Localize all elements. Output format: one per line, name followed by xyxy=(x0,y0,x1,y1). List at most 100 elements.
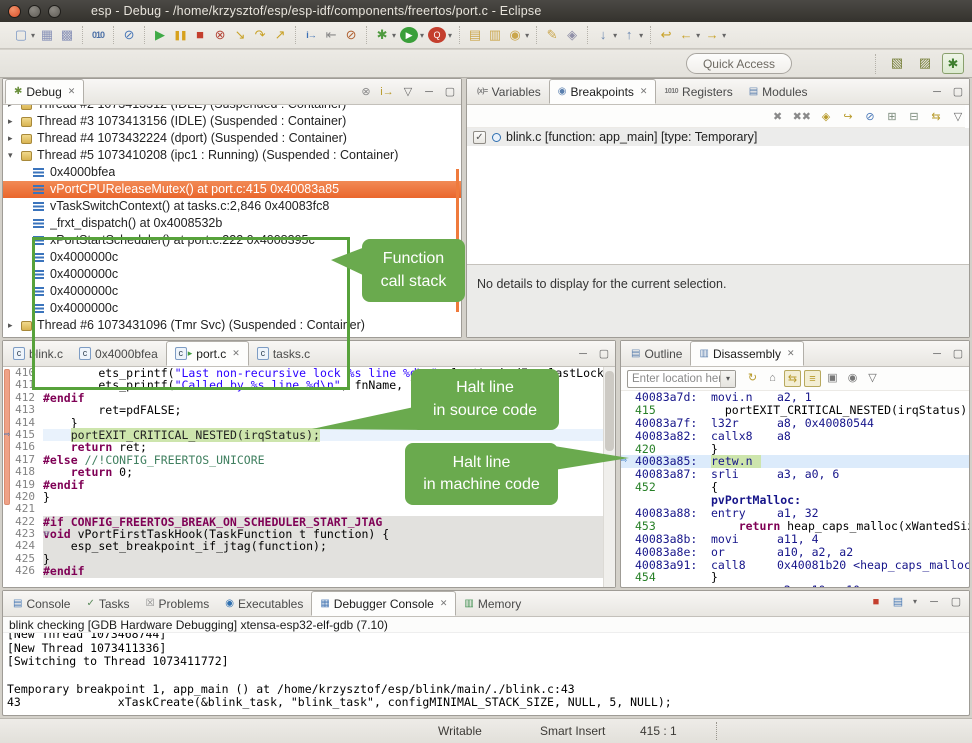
show-breakpoints-supported-icon[interactable]: ◈ xyxy=(819,110,833,123)
chevron-down-icon[interactable]: ▾ xyxy=(720,371,735,387)
close-tab-icon[interactable]: ✕ xyxy=(440,598,448,609)
debug-thread-row[interactable]: ▸Thread #6 1073431096 (Tmr Svc) (Suspend… xyxy=(3,317,461,334)
maximize-window-button[interactable] xyxy=(48,5,61,18)
location-combo[interactable]: Enter location here ▾ xyxy=(627,370,736,388)
tab-disassembly[interactable]: ▥Disassembly✕ xyxy=(690,341,803,366)
tab-modules[interactable]: ▤Modules xyxy=(741,79,816,104)
debug-icon[interactable]: ✱ xyxy=(373,26,391,44)
editor-tab-0x4000bfea[interactable]: c0x4000bfea xyxy=(71,341,166,366)
tab-outline[interactable]: ▤Outline xyxy=(623,341,690,366)
maximize-view-icon[interactable]: ▢ xyxy=(949,595,963,608)
drop-to-frame-icon[interactable]: ⇤ xyxy=(322,26,340,44)
refresh-icon[interactable]: ↻ xyxy=(744,370,761,387)
debug-icon-menu[interactable]: ▾ xyxy=(392,31,396,40)
skip-all-breakpoints-icon[interactable]: ⊘ xyxy=(120,26,138,44)
minimize-view-icon[interactable]: ─ xyxy=(927,596,941,608)
maximize-view-icon[interactable]: ▢ xyxy=(951,85,965,98)
instruction-stepping-toggle-icon[interactable]: i→ xyxy=(380,86,394,98)
disasm-line[interactable]: 40083a82:callx8a8 xyxy=(621,430,969,443)
save-icon[interactable]: ▦ xyxy=(38,26,56,44)
search-icon[interactable]: ◉ xyxy=(506,26,524,44)
external-tools-icon[interactable]: Q xyxy=(428,27,446,43)
disasm-line[interactable]: 453 return heap_caps_malloc(xWantedSize xyxy=(621,520,969,533)
code-line[interactable]: 425} xyxy=(3,553,603,565)
next-annotation-icon-menu[interactable]: ▾ xyxy=(613,31,617,40)
resume-icon[interactable]: ▶ xyxy=(151,26,169,44)
open-new-view-icon[interactable]: ▣ xyxy=(824,370,841,387)
new-wizard-icon-menu[interactable]: ▾ xyxy=(31,31,35,40)
location-input[interactable]: Enter location here xyxy=(628,373,720,385)
editor-tab-port-c[interactable]: c▸port.c✕ xyxy=(166,341,249,366)
minimize-view-icon[interactable]: ─ xyxy=(422,86,436,98)
view-menu-icon[interactable]: ▽ xyxy=(864,370,881,387)
open-perspective-icon[interactable]: ▧ xyxy=(886,53,908,74)
remove-breakpoint-icon[interactable]: ✖ xyxy=(771,110,785,123)
external-tools-icon-menu[interactable]: ▾ xyxy=(448,31,452,40)
forward-icon[interactable]: → xyxy=(703,26,721,44)
previous-annotation-icon[interactable]: ↑ xyxy=(620,26,638,44)
debug-thread-row[interactable]: ▾Thread #5 1073410208 (ipc1 : Running) (… xyxy=(3,147,461,164)
goto-breakpoint-file-icon[interactable]: ↪ xyxy=(841,110,855,123)
terminate-icon[interactable]: ■ xyxy=(191,26,209,44)
debug-stack-frame-row[interactable]: vPortCPUReleaseMutex() at port.c:415 0x4… xyxy=(3,181,461,198)
new-wizard-icon[interactable]: ▢ xyxy=(12,26,30,44)
scrollbar-thumb[interactable] xyxy=(605,371,614,451)
save-all-icon[interactable]: ▩ xyxy=(58,26,76,44)
minimize-window-button[interactable] xyxy=(28,5,41,18)
new-project-icon[interactable]: ▤ xyxy=(466,26,484,44)
tab-debugger-console[interactable]: ▦Debugger Console✕ xyxy=(311,591,456,616)
disconnect-icon[interactable]: ⊗ xyxy=(211,26,229,44)
disassembly-listing[interactable]: 40083a7d:movi.na2, 1415 portEXIT_CRITICA… xyxy=(621,391,969,587)
close-tab-icon[interactable]: ✕ xyxy=(232,348,240,359)
disasm-line[interactable]: 40083a7f:l32ra8, 0x40080544 xyxy=(621,417,969,430)
cpp-perspective-icon[interactable]: ▨ xyxy=(914,53,936,74)
use-step-filters-icon[interactable]: ⊘ xyxy=(342,26,360,44)
console-output[interactable]: [New Thread 1073468744][New Thread 10734… xyxy=(3,633,969,715)
disasm-line[interactable]: 415 portEXIT_CRITICAL_NESTED(irqStatus) xyxy=(621,404,969,417)
back-icon[interactable]: ← xyxy=(677,26,695,44)
sync-active-context-icon[interactable]: ⇆ xyxy=(784,370,801,387)
maximize-view-icon[interactable]: ▢ xyxy=(597,347,611,360)
tab-variables[interactable]: (x)=Variables xyxy=(469,79,549,104)
disasm-line[interactable]: 40083a87:srlia3, a0, 6 xyxy=(621,468,969,481)
pin-view-icon[interactable]: ◉ xyxy=(844,370,861,387)
connect-icon[interactable]: ⊗ xyxy=(359,85,373,98)
editor-tab-blink-c[interactable]: cblink.c xyxy=(5,341,71,366)
minimize-view-icon[interactable]: ─ xyxy=(930,348,944,360)
debug-thread-row[interactable]: ▸Thread #3 1073413156 (IDLE) (Suspended … xyxy=(3,113,461,130)
instruction-stepping-icon[interactable]: i→ xyxy=(302,26,320,44)
view-menu-icon[interactable]: ▽ xyxy=(401,85,415,98)
skip-breakpoints-icon[interactable]: ⊘ xyxy=(863,110,877,123)
debug-stack-frame-row[interactable]: vTaskSwitchContext() at tasks.c:2,846 0x… xyxy=(3,198,461,215)
terminate-console-icon[interactable]: ■ xyxy=(869,596,883,608)
search-icon-menu[interactable]: ▾ xyxy=(525,31,529,40)
maximize-view-icon[interactable]: ▢ xyxy=(951,347,965,360)
disasm-line[interactable]: 40083a91:call80x40081b20 <heap_caps_mall… xyxy=(621,559,969,572)
disasm-line[interactable]: 40083a8e:ora10, a2, a2 xyxy=(621,546,969,559)
breakpoint-row[interactable]: ✓ blink.c [function: app_main] [type: Te… xyxy=(467,128,969,146)
editor-scrollbar[interactable] xyxy=(603,367,615,587)
run-icon-menu[interactable]: ▾ xyxy=(420,31,424,40)
next-annotation-icon[interactable]: ↓ xyxy=(594,26,612,44)
expand-arrow-icon[interactable]: ▸ xyxy=(8,105,20,113)
display-selected-console-icon[interactable]: ▤ xyxy=(891,595,905,608)
last-edit-location-icon[interactable]: ↩ xyxy=(657,26,675,44)
step-over-icon[interactable]: ↷ xyxy=(251,26,269,44)
maximize-view-icon[interactable]: ▢ xyxy=(443,85,457,98)
tab-tasks[interactable]: ✓Tasks xyxy=(78,591,137,616)
tab-breakpoints[interactable]: ◉Breakpoints✕ xyxy=(549,79,657,104)
display-selected-console-icon-menu[interactable]: ▾ xyxy=(913,597,917,606)
debug-stack-frame-row[interactable]: _frxt_dispatch() at 0x4008532b xyxy=(3,215,461,232)
suspend-icon[interactable]: ❚❚ xyxy=(171,26,189,44)
minimize-view-icon[interactable]: ─ xyxy=(930,86,944,98)
view-menu-icon[interactable]: ▽ xyxy=(951,110,965,123)
run-icon[interactable]: ▶ xyxy=(400,27,418,43)
back-icon-menu[interactable]: ▾ xyxy=(696,31,700,40)
expand-arrow-icon[interactable]: ▸ xyxy=(8,113,20,130)
disasm-line[interactable]: 40083a8b:movia11, 4 xyxy=(621,533,969,546)
tab-registers[interactable]: 1010Registers xyxy=(656,79,740,104)
breakpoint-checkbox[interactable]: ✓ xyxy=(473,131,486,144)
annotation-properties-icon[interactable]: ◈ xyxy=(563,26,581,44)
close-tab-icon[interactable]: ✕ xyxy=(68,86,76,97)
collapse-arrow-icon[interactable]: ▾ xyxy=(8,147,20,164)
